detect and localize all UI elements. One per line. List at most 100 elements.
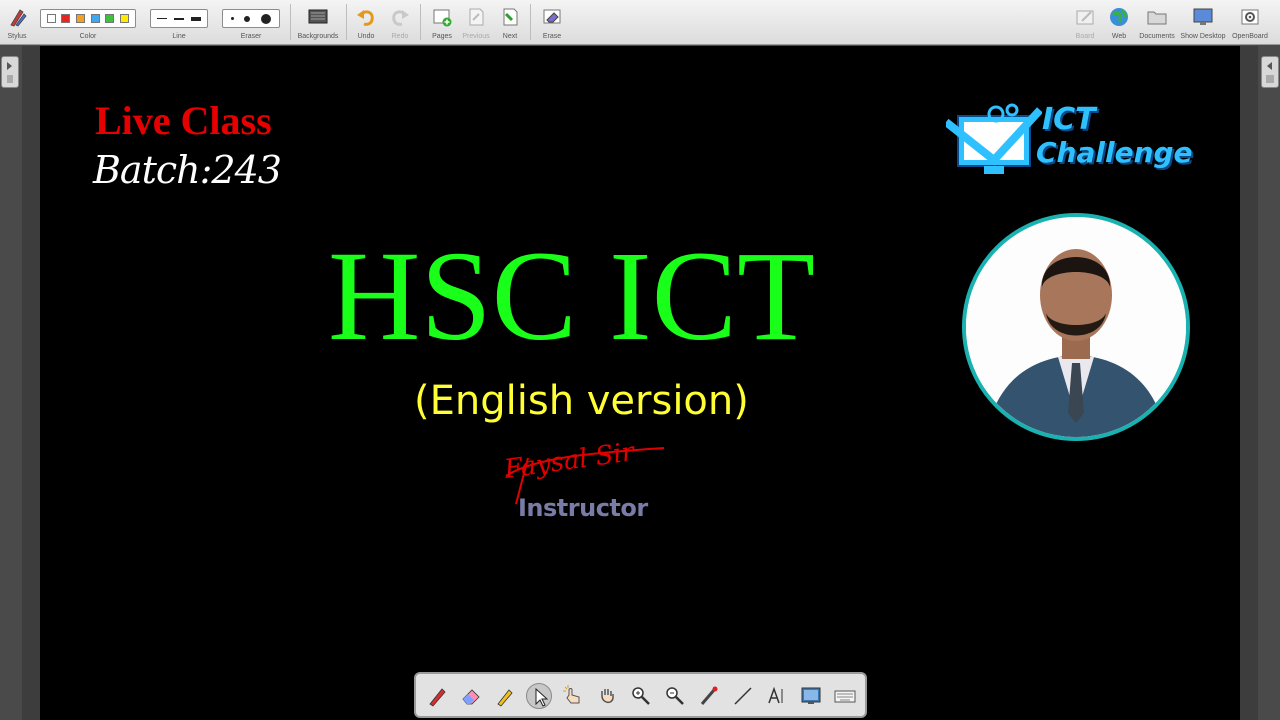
capture-tool[interactable] [798, 683, 824, 709]
left-arrow-icon [7, 62, 13, 83]
web-label: Web [1111, 33, 1127, 40]
erase-board-icon [543, 9, 561, 24]
hand-icon [601, 689, 614, 704]
board-label: Board [1075, 33, 1095, 40]
selector-icon [535, 687, 549, 707]
right-panel-toggle[interactable] [1261, 56, 1279, 88]
text-tool[interactable] [764, 683, 790, 709]
right-arrow-icon [1266, 62, 1274, 83]
keyboard-icon [834, 690, 856, 703]
pen-icon [429, 688, 446, 707]
laser-icon [700, 686, 718, 705]
previous-label: Previous [462, 33, 490, 40]
instructor-signature: Faysal Sir Instructor [496, 437, 676, 526]
course-title: HSC ICT [328, 225, 816, 367]
eraser-small-option[interactable] [231, 17, 235, 20]
next-label: Next [502, 33, 518, 40]
color-swatch-white[interactable] [46, 14, 56, 23]
stylus-palette [414, 672, 867, 718]
eraser-tool[interactable] [458, 683, 484, 709]
selector-tool[interactable] [526, 683, 552, 709]
line-medium-option[interactable] [173, 17, 184, 20]
eraser-icon [462, 689, 480, 705]
web-button[interactable]: Web [1104, 3, 1134, 43]
line-thin-option[interactable] [157, 18, 168, 19]
live-class-heading: Live Class [95, 98, 272, 143]
line-label: Line [172, 33, 186, 40]
folder-icon [1147, 11, 1167, 25]
undo-icon [357, 10, 374, 26]
undo-label: Undo [357, 33, 375, 40]
documents-button[interactable]: Documents [1138, 3, 1176, 43]
color-swatch-red[interactable] [61, 14, 71, 23]
color-swatch-green[interactable] [105, 14, 115, 23]
zoom-out-tool[interactable] [662, 683, 688, 709]
board-button[interactable]: Board [1070, 3, 1100, 43]
previous-page-icon [469, 8, 484, 26]
eraser-group: Eraser [220, 3, 282, 43]
left-panel-toggle[interactable] [1, 56, 19, 88]
line-width-picker [150, 9, 208, 28]
openboard-button[interactable]: OpenBoard [1230, 3, 1270, 43]
instructor-photo [962, 213, 1190, 441]
color-swatch-yellow[interactable] [120, 14, 130, 23]
instructor-avatar [966, 217, 1186, 437]
eraser-label: Eraser [240, 33, 262, 40]
add-page-icon [433, 9, 452, 27]
pages-label: Pages [432, 33, 452, 40]
stylus-icon [10, 9, 27, 27]
line-group: Line [148, 3, 210, 43]
redo-label: Redo [391, 33, 409, 40]
capture-icon [801, 687, 821, 704]
highlighter-tool[interactable] [492, 683, 518, 709]
line-thick-option[interactable] [190, 16, 201, 21]
next-button[interactable]: Next [496, 3, 524, 43]
line-tool[interactable] [730, 683, 756, 709]
color-group: Color [38, 3, 138, 43]
text-icon [768, 686, 783, 704]
virtual-keyboard-tool[interactable] [832, 683, 858, 709]
toolbar-divider [530, 4, 531, 40]
next-page-icon [503, 8, 518, 26]
toolbar-divider [346, 4, 347, 40]
previous-button[interactable]: Previous [462, 3, 490, 43]
toolbar-divider [290, 4, 291, 40]
hand-tool[interactable] [594, 683, 620, 709]
pages-button[interactable]: Pages [428, 3, 456, 43]
backgrounds-label: Backgrounds [297, 33, 339, 40]
line-icon [734, 687, 752, 705]
erase-button[interactable]: Erase [538, 3, 566, 43]
interact-icon [563, 685, 580, 704]
show-desktop-button[interactable]: Show Desktop [1180, 3, 1226, 43]
board-icon [1076, 10, 1094, 25]
eraser-size-picker [222, 9, 280, 28]
version-subtitle: (English version) [414, 378, 749, 424]
show-desktop-label: Show Desktop [1180, 33, 1226, 40]
eraser-medium-option[interactable] [244, 15, 251, 22]
logo-text-challenge: Challenge [1036, 136, 1193, 169]
pen-tool[interactable] [424, 683, 450, 709]
undo-button[interactable]: Undo [352, 3, 380, 43]
stylus-button[interactable]: Stylus [4, 3, 30, 43]
batch-label: Batch:243 [93, 148, 282, 192]
color-label: Color [79, 33, 97, 40]
ict-challenge-logo: ICT Challenge [946, 102, 1220, 180]
toolbar-divider [420, 4, 421, 40]
color-swatch-orange[interactable] [76, 14, 86, 23]
gear-icon [1241, 9, 1259, 25]
stylus-label: Stylus [7, 33, 27, 40]
color-swatch-blue[interactable] [90, 14, 100, 23]
color-palette [40, 9, 136, 28]
zoom-in-tool[interactable] [628, 683, 654, 709]
backgrounds-button[interactable]: Backgrounds [296, 3, 340, 43]
erase-label: Erase [542, 33, 562, 40]
openboard-label: OpenBoard [1232, 33, 1268, 40]
redo-button[interactable]: Redo [386, 3, 414, 43]
laser-pointer-tool[interactable] [696, 683, 722, 709]
redo-icon [392, 10, 409, 26]
interact-tool[interactable] [560, 683, 586, 709]
globe-icon [1110, 8, 1128, 26]
eraser-large-option[interactable] [260, 13, 271, 24]
logo-text-ict: ICT [1042, 102, 1096, 137]
monitor-logo-icon [946, 103, 1042, 174]
